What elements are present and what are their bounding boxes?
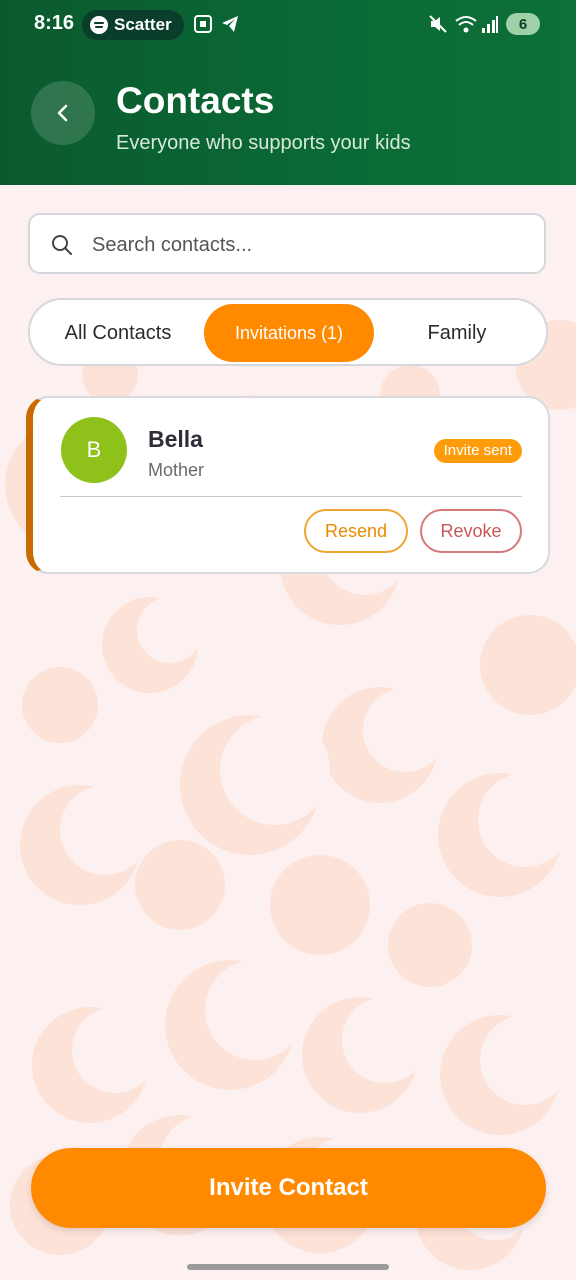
revoke-button[interactable]: Revoke — [420, 509, 522, 553]
battery-level: 6 — [518, 15, 528, 33]
invitation-card: B Bella Mother Invite sent Resend Revoke — [26, 396, 550, 574]
status-bar: 8:16 Scatter 6 — [0, 0, 576, 50]
screen-record-icon — [194, 15, 212, 33]
media-pill[interactable]: Scatter — [82, 10, 184, 40]
contact-name: Bella — [148, 426, 203, 452]
telegram-icon — [222, 16, 238, 32]
card-divider — [60, 496, 522, 497]
status-badge: Invite sent — [433, 439, 522, 463]
mute-icon — [429, 15, 447, 33]
invite-contact-button[interactable]: Invite Contact — [31, 1148, 546, 1228]
status-time: 8:16 — [34, 12, 75, 34]
battery-indicator: 6 — [506, 13, 540, 35]
contact-filter-tabs: All Contacts Invitations (1) Family — [28, 298, 548, 366]
page-subtitle: Everyone who supports your kids — [116, 132, 411, 154]
app-header: 8:16 Scatter 6 Contacts Everyone who sup… — [0, 0, 576, 185]
signal-icon — [482, 16, 498, 33]
contact-relation: Mother — [148, 460, 205, 480]
tab-invitations[interactable]: Invitations (1) — [204, 304, 374, 362]
resend-button[interactable]: Resend — [304, 509, 408, 553]
tab-all-contacts[interactable]: All Contacts — [38, 304, 198, 362]
gesture-nav-handle[interactable] — [187, 1264, 389, 1270]
search-box[interactable] — [28, 213, 546, 274]
spotify-icon — [90, 16, 108, 34]
avatar: B — [61, 417, 127, 483]
tab-family[interactable]: Family — [382, 304, 532, 362]
wifi-icon — [455, 16, 477, 33]
search-icon — [52, 235, 72, 255]
page-title: Contacts — [116, 80, 275, 121]
back-button[interactable] — [31, 81, 95, 145]
search-input[interactable] — [90, 225, 534, 265]
chevron-left-icon — [57, 104, 68, 122]
media-pill-label: Scatter — [114, 15, 172, 34]
